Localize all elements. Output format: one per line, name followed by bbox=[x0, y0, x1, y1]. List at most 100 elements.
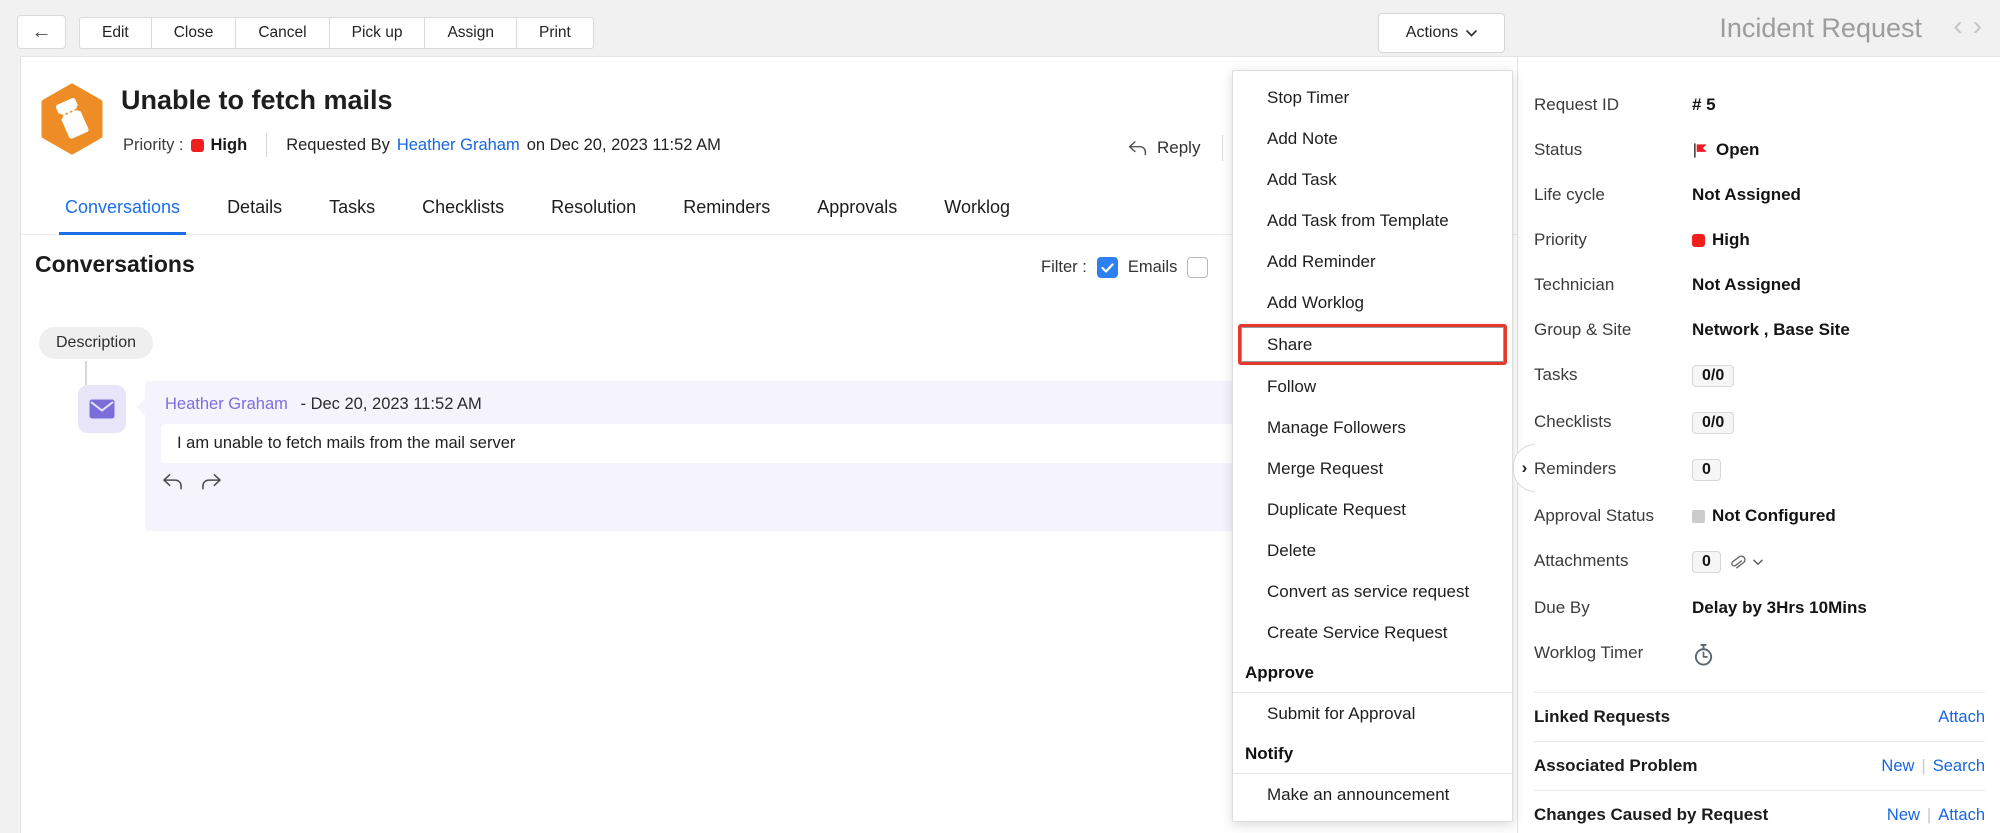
requested-by-label: Requested By bbox=[286, 136, 390, 155]
tab-checklists[interactable]: Checklists bbox=[422, 181, 504, 234]
tab-conversations[interactable]: Conversations bbox=[65, 181, 180, 234]
changes-caused-attach-link[interactable]: Attach bbox=[1938, 806, 1985, 825]
emails-checkbox[interactable] bbox=[1097, 257, 1118, 278]
group-site-value: Network , Base Site bbox=[1692, 320, 1850, 340]
next-record-icon[interactable]: › bbox=[1973, 10, 1982, 42]
request-meta-row: Priority : High Requested By Heather Gra… bbox=[123, 133, 721, 157]
cancel-button[interactable]: Cancel bbox=[235, 17, 329, 49]
field-label: Due By bbox=[1534, 598, 1692, 618]
menu-item-add-task[interactable]: Add Task bbox=[1233, 159, 1512, 200]
edit-button[interactable]: Edit bbox=[79, 17, 152, 49]
reply-button[interactable]: Reply bbox=[1157, 138, 1200, 158]
requester-link[interactable]: Heather Graham bbox=[397, 136, 520, 155]
field-due-by: Due By Delay by 3Hrs 10Mins bbox=[1534, 598, 1985, 618]
priority-red-icon bbox=[1692, 234, 1705, 247]
chevron-down-icon bbox=[1466, 30, 1477, 37]
conversations-heading: Conversations bbox=[35, 251, 195, 278]
linked-requests-row: Linked Requests Attach bbox=[1534, 692, 1985, 741]
tasks-count-badge[interactable]: 0/0 bbox=[1692, 365, 1734, 387]
print-button[interactable]: Print bbox=[516, 17, 594, 49]
back-button[interactable]: ← bbox=[17, 15, 66, 49]
tab-tasks[interactable]: Tasks bbox=[329, 181, 375, 234]
tab-reminders[interactable]: Reminders bbox=[683, 181, 770, 234]
field-reminders: Reminders 0 bbox=[1534, 459, 1985, 481]
field-request-id: Request ID # 5 bbox=[1534, 95, 1985, 115]
request-id-value: # 5 bbox=[1692, 95, 1716, 115]
menu-item-make-an-announcement[interactable]: Make an announcement bbox=[1233, 774, 1512, 815]
associated-problem-search-link[interactable]: Search bbox=[1933, 757, 1985, 776]
message-pointer bbox=[137, 399, 145, 415]
tab-resolution[interactable]: Resolution bbox=[551, 181, 636, 234]
field-label: Approval Status bbox=[1534, 506, 1692, 526]
menu-item-manage-followers[interactable]: Manage Followers bbox=[1233, 407, 1512, 448]
reply-arrow-icon[interactable] bbox=[161, 472, 184, 491]
menu-item-add-reminder[interactable]: Add Reminder bbox=[1233, 241, 1512, 282]
field-worklog-timer: Worklog Timer bbox=[1534, 643, 1985, 667]
red-flag-icon bbox=[1692, 142, 1709, 159]
priority-label: Priority : bbox=[123, 136, 184, 155]
incident-request-screen: ← Edit Close Cancel Pick up Assign Print… bbox=[0, 0, 2000, 833]
toolbar-button-group: Edit Close Cancel Pick up Assign Print bbox=[79, 17, 594, 49]
prev-record-icon[interactable]: ‹ bbox=[1953, 10, 1962, 42]
menu-item-add-task-from-template[interactable]: Add Task from Template bbox=[1233, 200, 1512, 241]
status-value: Open bbox=[1716, 140, 1759, 160]
message-author-link[interactable]: Heather Graham bbox=[165, 395, 288, 413]
changes-caused-label: Changes Caused by Request bbox=[1534, 805, 1768, 825]
requested-on: on Dec 20, 2023 11:52 AM bbox=[527, 136, 721, 155]
linked-requests-label: Linked Requests bbox=[1534, 707, 1670, 727]
menu-item-add-worklog[interactable]: Add Worklog bbox=[1233, 282, 1512, 323]
associated-problem-label: Associated Problem bbox=[1534, 756, 1697, 776]
arrow-left-icon: ← bbox=[32, 21, 52, 44]
assign-button[interactable]: Assign bbox=[424, 17, 517, 49]
divider bbox=[266, 133, 267, 157]
pickup-button[interactable]: Pick up bbox=[329, 17, 426, 49]
menu-item-stop-timer[interactable]: Stop Timer bbox=[1233, 77, 1512, 118]
envelope-icon bbox=[89, 399, 115, 419]
attachments-count-badge[interactable]: 0 bbox=[1692, 551, 1721, 573]
menu-item-merge-request[interactable]: Merge Request bbox=[1233, 448, 1512, 489]
checklists-count-badge[interactable]: 0/0 bbox=[1692, 412, 1734, 434]
menu-item-add-note[interactable]: Add Note bbox=[1233, 118, 1512, 159]
menu-item-follow[interactable]: Follow bbox=[1233, 366, 1512, 407]
paperclip-icon[interactable] bbox=[1728, 553, 1746, 571]
linked-requests-attach-link[interactable]: Attach bbox=[1938, 708, 1985, 727]
menu-item-share[interactable]: Share bbox=[1241, 327, 1504, 362]
second-filter-checkbox[interactable] bbox=[1187, 257, 1208, 278]
filter-label: Filter : bbox=[1041, 258, 1087, 277]
field-label: Status bbox=[1534, 140, 1692, 160]
link-separator: | bbox=[1921, 757, 1925, 776]
associated-problem-new-link[interactable]: New bbox=[1881, 757, 1914, 776]
field-label: Checklists bbox=[1534, 412, 1692, 432]
chevron-down-icon[interactable] bbox=[1753, 559, 1763, 566]
field-label: Life cycle bbox=[1534, 185, 1692, 205]
message-timestamp: - Dec 20, 2023 11:52 AM bbox=[300, 395, 481, 413]
changes-caused-new-link[interactable]: New bbox=[1887, 806, 1920, 825]
close-button[interactable]: Close bbox=[151, 17, 237, 49]
page-title: Incident Request bbox=[1719, 13, 1922, 44]
menu-item-delete[interactable]: Delete bbox=[1233, 530, 1512, 571]
menu-item-duplicate-request[interactable]: Duplicate Request bbox=[1233, 489, 1512, 530]
tab-approvals[interactable]: Approvals bbox=[817, 181, 897, 234]
menu-item-submit-for-approval[interactable]: Submit for Approval bbox=[1233, 693, 1512, 734]
field-label: Reminders bbox=[1534, 459, 1692, 479]
actions-dropdown-menu: Stop Timer Add Note Add Task Add Task fr… bbox=[1232, 70, 1513, 822]
menu-item-create-service-request[interactable]: Create Service Request bbox=[1233, 612, 1512, 653]
field-status: Status Open bbox=[1534, 140, 1985, 160]
description-badge: Description bbox=[39, 327, 153, 359]
priority-red-icon bbox=[191, 139, 204, 152]
tab-details[interactable]: Details bbox=[227, 181, 282, 234]
sidebar-links-section: Linked Requests Attach Associated Proble… bbox=[1534, 692, 1985, 833]
field-tasks: Tasks 0/0 bbox=[1534, 365, 1985, 387]
divider bbox=[1222, 135, 1223, 161]
reminders-count-badge[interactable]: 0 bbox=[1692, 459, 1721, 481]
forward-arrow-icon[interactable] bbox=[200, 472, 223, 491]
actions-dropdown-button[interactable]: Actions bbox=[1378, 13, 1505, 53]
tab-worklog[interactable]: Worklog bbox=[944, 181, 1010, 234]
link-separator: | bbox=[1927, 806, 1931, 825]
field-group-site: Group & Site Network , Base Site bbox=[1534, 320, 1985, 340]
timer-icon[interactable] bbox=[1692, 643, 1715, 667]
menu-item-convert-as-service-request[interactable]: Convert as service request bbox=[1233, 571, 1512, 612]
badge-connector-line bbox=[85, 361, 87, 385]
field-label: Technician bbox=[1534, 275, 1692, 295]
field-label: Group & Site bbox=[1534, 320, 1692, 340]
